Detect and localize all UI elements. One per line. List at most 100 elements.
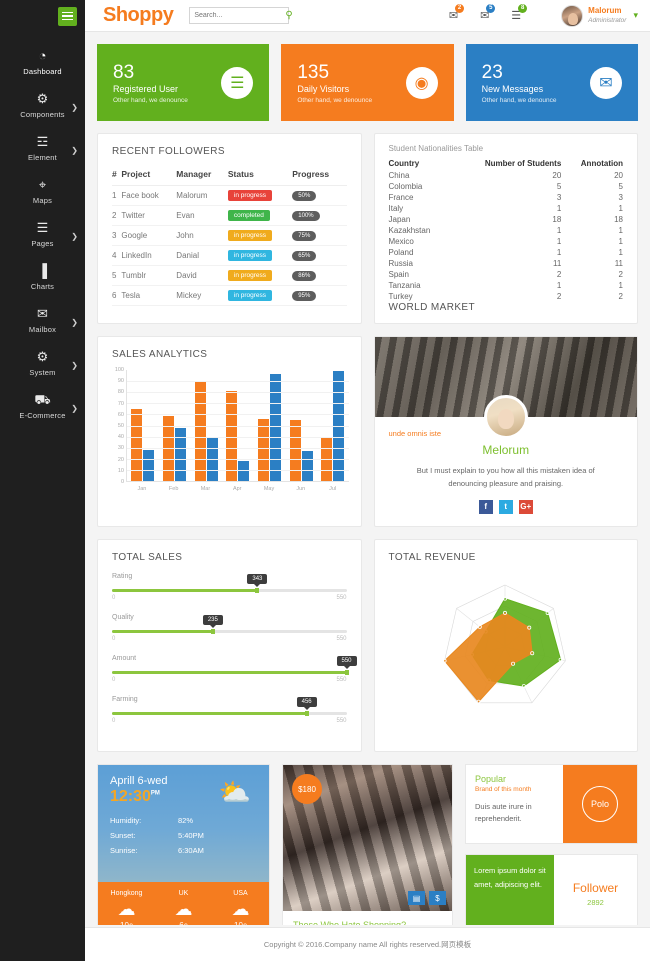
cell-students: 1	[556, 248, 562, 257]
slider-min: 0	[112, 677, 116, 683]
sidebar-item-mailbox[interactable]: ✉ Mailbox ❯	[0, 298, 85, 341]
shopping-image: $180 ▤ $	[283, 765, 452, 911]
sidebar-item-components[interactable]: ⚙ Components ❯	[0, 83, 85, 126]
slider-fill	[112, 630, 213, 633]
slider-rating[interactable]: Rating 343 0 550	[112, 573, 347, 601]
cell-country: Italy	[388, 204, 404, 213]
notification-tasks-icon[interactable]: ☰ 8	[511, 4, 528, 22]
sidebar-item-pages[interactable]: ☰ Pages ❯	[0, 212, 85, 255]
progress-badge: 65%	[292, 251, 317, 261]
profile-text: Malorum Administrator	[588, 6, 626, 25]
profile-name: Malorum	[588, 6, 622, 15]
nationalities-table: Country Number of Students Annotation Chin…	[389, 157, 624, 302]
sidebar-item-element[interactable]: ☲ Element ❯	[0, 126, 85, 169]
sidebar-item-system[interactable]: ⚙ System ❯	[0, 341, 85, 384]
progress-badge: 86%	[292, 271, 317, 281]
facebook-icon[interactable]: f	[478, 500, 493, 514]
search-input[interactable]	[194, 12, 286, 19]
notification-group: ✉ 2 ✉ 5 ☰ 8	[449, 4, 528, 22]
sidebar-item-label: Dashboard	[23, 67, 62, 76]
slider-value: 456	[296, 697, 317, 710]
sidebar-item-maps[interactable]: ⌖ Maps	[0, 169, 85, 212]
notification-envelope-icon[interactable]: ✉ 2	[449, 4, 465, 22]
slider-knob[interactable]	[304, 711, 309, 716]
cell-country: China	[388, 171, 410, 180]
chevron-right-icon[interactable]: ❯	[71, 232, 78, 241]
slider-amount[interactable]: Amount 550 0 550	[112, 655, 357, 683]
stat-card[interactable]: 23 New Messages Other hand, we denounce ✉	[465, 44, 638, 121]
x-tick: Jan	[137, 486, 147, 492]
sidebar-item-e-commerce[interactable]: ⛟ E-Commerce ❯	[0, 384, 85, 427]
google-plus-icon[interactable]: G+	[518, 500, 533, 514]
sidebar-item-label: Maps	[32, 196, 53, 205]
slider-track[interactable]: 235	[112, 615, 347, 634]
cell-id: 6	[112, 285, 122, 306]
gridline	[127, 403, 349, 405]
notification-bell-icon[interactable]: ✉ 5	[480, 4, 496, 22]
weather-meridiem: PM	[150, 790, 160, 797]
search-icon[interactable]: ⚲	[285, 10, 292, 21]
slider-track[interactable]: 456	[112, 697, 347, 716]
cell-students: 20	[552, 171, 562, 180]
chevron-right-icon[interactable]: ❯	[71, 318, 78, 327]
stat-card[interactable]: 83 Registered User Other hand, we denounce…	[97, 44, 270, 121]
weather-key: Sunrise:	[110, 846, 138, 855]
weather-current: Aprill 6-wed 12:30PM ⛅ Humidity: 82% Sunse…	[98, 765, 269, 882]
slider-knob[interactable]	[255, 588, 260, 593]
radar-chart-wrap	[375, 571, 638, 735]
sales-analytics-chart: 100 90 80 70 60 50 40 30 20 10 0 Jan Feb Mar Apr May Ju…	[98, 367, 361, 502]
weather-row: Sunset: 5:40PM	[110, 831, 257, 840]
slider-farming[interactable]: Farming 456 0 550	[112, 696, 347, 724]
eye-icon: ◉	[405, 66, 438, 99]
stat-card[interactable]: 135 Daily Visitors Other hand, we denounce…	[281, 44, 454, 121]
search-box[interactable]: ⚲	[189, 7, 293, 24]
column-header: Progress	[292, 165, 347, 186]
chevron-right-icon[interactable]: ❯	[71, 404, 78, 413]
table-row[interactable]: 2 Twitter Evan completed 100%	[112, 205, 347, 226]
table-row[interactable]: 1 Face book Malorum in progress 50%	[112, 185, 347, 206]
sidebar-item-charts[interactable]: ▐ Charts	[0, 255, 85, 298]
price-badge: $180	[292, 774, 322, 804]
table-row[interactable]: 5 Tumblr David in progress 86%	[112, 265, 347, 286]
table-row[interactable]: 4 LinkedIn Danial in progress 65%	[112, 245, 347, 266]
bar	[194, 381, 206, 481]
chevron-right-icon[interactable]: ❯	[71, 103, 78, 112]
y-tick: 50	[117, 423, 124, 429]
profile-menu[interactable]: Malorum Administrator ▾	[561, 4, 638, 27]
table-row[interactable]: 6 Tesla Mickey in progress 95%	[112, 285, 347, 306]
slider-track[interactable]: 550	[112, 656, 357, 675]
shopping-caption: Those Who Hate Shopping?	[293, 920, 407, 925]
column-header: Country	[388, 159, 420, 168]
dollar-icon[interactable]: $	[429, 891, 446, 905]
credit-card-icon[interactable]: ▤	[408, 891, 425, 905]
slider-track[interactable]: 343	[112, 574, 347, 593]
sidebar-item-dashboard[interactable]: ◔ Dashboard	[0, 40, 85, 83]
app-logo: Shoppy	[103, 4, 174, 26]
plot	[126, 370, 349, 482]
slider-knob[interactable]	[344, 670, 349, 675]
promo-subheading: Brand of this month	[475, 786, 532, 793]
chevron-right-icon[interactable]: ❯	[71, 146, 78, 155]
cell-country: Japan	[388, 215, 411, 224]
chevron-right-icon[interactable]: ❯	[71, 361, 78, 370]
x-tick: Feb	[168, 486, 179, 492]
shopping-card[interactable]: $180 ▤ $ Those Who Hate Shopping?	[282, 764, 453, 925]
twitter-icon[interactable]: t	[498, 500, 513, 514]
slider-scale: 0 550	[112, 636, 347, 642]
promo-follower-card: Lorem ipsum dolor sit amet, adipiscing e…	[465, 854, 638, 925]
slider-quality[interactable]: Quality 235 0 550	[112, 614, 347, 642]
total-sales-title: TOTAL SALES	[112, 552, 183, 563]
x-tick: Apr	[232, 486, 242, 492]
cell-project: Tumblr	[121, 265, 177, 286]
table-row: Russia 11 11	[389, 258, 624, 269]
weather-row: Sunrise: 6:30AM	[110, 846, 257, 855]
slider-knob[interactable]	[210, 629, 215, 634]
promo-text-block: Popular Brand of this month Duis aute ir…	[466, 765, 563, 843]
column-header: #	[112, 165, 122, 186]
table-row[interactable]: 3 Google John in progress 75%	[112, 225, 347, 246]
chevron-down-icon[interactable]: ▾	[633, 10, 638, 21]
y-tick: 10	[117, 467, 124, 474]
main-region: Shoppy ⚲ ✉2✉5☰8 Malorum Administrator ▾ …	[85, 0, 650, 961]
sales-analytics-title: SALES ANALYTICS	[112, 349, 208, 360]
hamburger-icon[interactable]	[58, 6, 77, 26]
